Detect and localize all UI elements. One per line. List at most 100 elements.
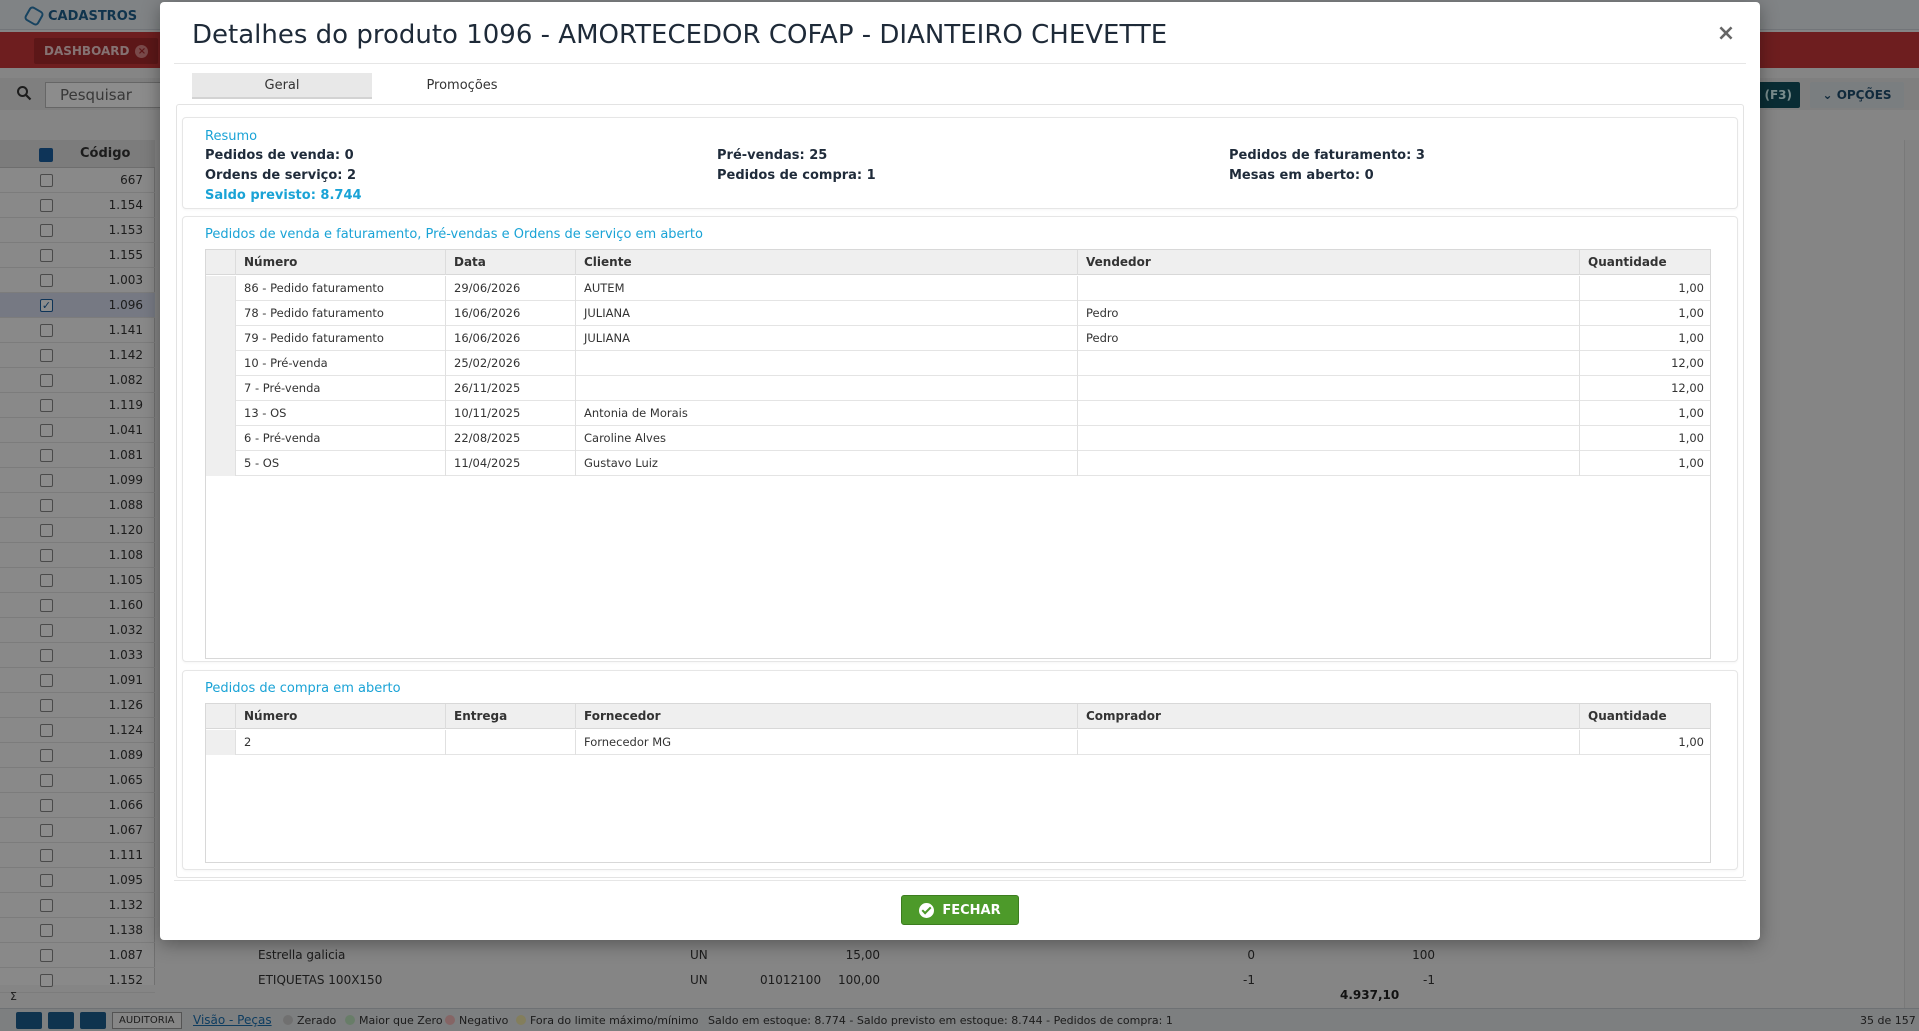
table-cell: 16/06/2026	[446, 301, 576, 326]
table-cell: 29/06/2026	[446, 276, 576, 301]
table-cell: 1,00	[1678, 306, 1704, 320]
tab-promocoes[interactable]: Promoções	[372, 73, 552, 99]
row-header-cell[interactable]	[206, 276, 236, 301]
column-header[interactable]: Comprador	[1078, 704, 1580, 729]
table-cell: 2	[236, 730, 446, 755]
row-header-cell[interactable]	[206, 426, 236, 451]
table-cell: 11/04/2025	[446, 451, 576, 476]
table-cell: 26/11/2025	[446, 376, 576, 401]
table-cell	[1078, 426, 1580, 451]
table-cell	[576, 351, 1078, 376]
pedidos-venda-count: Pedidos de venda: 0	[205, 148, 354, 163]
resumo-card: Resumo Pedidos de venda: 0 Ordens de ser…	[182, 117, 1738, 209]
row-header-cell[interactable]	[206, 451, 236, 476]
check-circle-icon	[919, 902, 935, 918]
table-cell	[576, 376, 1078, 401]
table-cell: 10 - Pré-venda	[236, 351, 446, 376]
table-cell	[1078, 451, 1580, 476]
table-cell: 12,00	[1671, 381, 1704, 395]
column-header[interactable]: Número	[236, 250, 446, 275]
table-row[interactable]: 10 - Pré-venda 25/02/2026 12,00	[206, 351, 1710, 376]
title-divider	[174, 63, 1746, 64]
row-header-cell	[206, 250, 236, 275]
vendas-title: Pedidos de venda e faturamento, Pré-vend…	[205, 227, 703, 242]
column-header[interactable]: Quantidade	[1580, 250, 1712, 275]
table-cell: 22/08/2025	[446, 426, 576, 451]
table-cell: Caroline Alves	[576, 426, 1078, 451]
product-details-modal: Detalhes do produto 1096 - AMORTECEDOR C…	[160, 2, 1760, 940]
table-row[interactable]: 79 - Pedido faturamento 16/06/2026 JULIANA…	[206, 326, 1710, 351]
resumo-title: Resumo	[205, 129, 258, 144]
table-row[interactable]: 86 - Pedido faturamento 29/06/2026 AUTEM 1,…	[206, 276, 1710, 301]
table-cell	[1078, 276, 1580, 301]
table-cell: 86 - Pedido faturamento	[236, 276, 446, 301]
row-header-cell[interactable]	[206, 351, 236, 376]
column-header[interactable]: Entrega	[446, 704, 576, 729]
table-cell: 1,00	[1678, 331, 1704, 345]
table-row[interactable]: 7 - Pré-venda 26/11/2025 12,00	[206, 376, 1710, 401]
table-cell	[446, 730, 576, 755]
table-cell: Pedro	[1078, 301, 1580, 326]
pre-vendas-count: Pré-vendas: 25	[717, 148, 828, 163]
table-row[interactable]: 6 - Pré-venda 22/08/2025 Caroline Alves 1,0…	[206, 426, 1710, 451]
modal-title: Detalhes do produto 1096 - AMORTECEDOR C…	[192, 20, 1168, 50]
table-cell: 1,00	[1678, 431, 1704, 445]
column-header[interactable]: Número	[236, 704, 446, 729]
table-cell: 1,00	[1678, 406, 1704, 420]
table-cell: Pedro	[1078, 326, 1580, 351]
column-header[interactable]: Fornecedor	[576, 704, 1078, 729]
pedidos-faturamento-count: Pedidos de faturamento: 3	[1229, 148, 1425, 163]
table-cell: 78 - Pedido faturamento	[236, 301, 446, 326]
table-cell: 1,00	[1678, 735, 1704, 749]
column-header[interactable]: Cliente	[576, 250, 1078, 275]
table-cell: Gustavo Luiz	[576, 451, 1078, 476]
fechar-button[interactable]: FECHAR	[901, 895, 1019, 925]
grid-header: Número Entrega Fornecedor Comprador Quantida…	[206, 704, 1710, 729]
table-cell: 7 - Pré-venda	[236, 376, 446, 401]
table-cell: 1,00	[1678, 281, 1704, 295]
compras-grid: Número Entrega Fornecedor Comprador Quantida…	[205, 703, 1711, 863]
table-cell: 13 - OS	[236, 401, 446, 426]
table-cell: 6 - Pré-venda	[236, 426, 446, 451]
mesas-aberto-count: Mesas em aberto: 0	[1229, 168, 1374, 183]
table-cell: 79 - Pedido faturamento	[236, 326, 446, 351]
table-cell: Fornecedor MG	[576, 730, 1078, 755]
vendas-grid: Número Data Cliente Vendedor Quantidade 86 - …	[205, 249, 1711, 659]
table-cell: Antonia de Morais	[576, 401, 1078, 426]
compras-title: Pedidos de compra em aberto	[205, 681, 401, 696]
fechar-label: FECHAR	[942, 902, 1001, 918]
row-header-cell[interactable]	[206, 730, 236, 755]
table-cell: JULIANA	[576, 301, 1078, 326]
table-cell: 25/02/2026	[446, 351, 576, 376]
table-cell: AUTEM	[576, 276, 1078, 301]
column-header[interactable]: Data	[446, 250, 576, 275]
compras-card: Pedidos de compra em aberto Número Entreg…	[182, 670, 1738, 870]
table-row[interactable]: 13 - OS 10/11/2025 Antonia de Morais 1,00	[206, 401, 1710, 426]
row-header-cell[interactable]	[206, 326, 236, 351]
table-cell	[1078, 376, 1580, 401]
tab-geral[interactable]: Geral	[192, 73, 372, 99]
table-row[interactable]: 5 - OS 11/04/2025 Gustavo Luiz 1,00	[206, 451, 1710, 476]
saldo-previsto: Saldo previsto: 8.744	[205, 188, 362, 203]
vendas-card: Pedidos de venda e faturamento, Pré-vend…	[182, 216, 1738, 662]
close-icon[interactable]: ×	[1712, 20, 1740, 48]
table-cell: JULIANA	[576, 326, 1078, 351]
row-header-cell[interactable]	[206, 401, 236, 426]
row-header-cell	[206, 704, 236, 729]
table-cell: 5 - OS	[236, 451, 446, 476]
table-cell	[1078, 351, 1580, 376]
table-cell: 12,00	[1671, 356, 1704, 370]
table-row[interactable]: 78 - Pedido faturamento 16/06/2026 JULIANA…	[206, 301, 1710, 326]
modal-tabs: Geral Promoções	[192, 73, 552, 99]
table-row[interactable]: 2 Fornecedor MG 1,00	[206, 730, 1710, 755]
ordens-servico-count: Ordens de serviço: 2	[205, 168, 357, 183]
pedidos-compra-count: Pedidos de compra: 1	[717, 168, 876, 183]
table-cell: 1,00	[1678, 456, 1704, 470]
column-header[interactable]: Quantidade	[1580, 704, 1712, 729]
column-header[interactable]: Vendedor	[1078, 250, 1580, 275]
table-cell: 16/06/2026	[446, 326, 576, 351]
table-cell: 10/11/2025	[446, 401, 576, 426]
table-cell	[1078, 730, 1580, 755]
row-header-cell[interactable]	[206, 301, 236, 326]
row-header-cell[interactable]	[206, 376, 236, 401]
